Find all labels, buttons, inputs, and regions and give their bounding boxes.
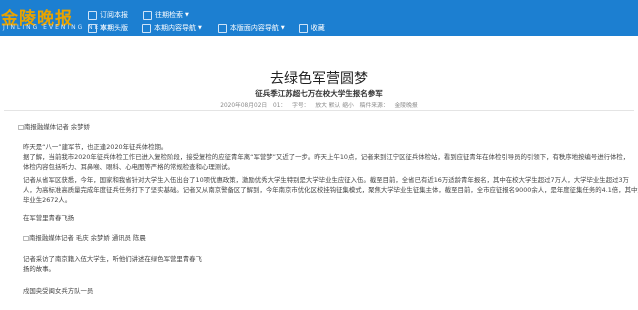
nav-row-top: 订阅本报 往期检索 ▼ xyxy=(88,9,189,21)
favorite-icon xyxy=(298,23,308,33)
paragraph: 记者从省军区获悉，今年，国家和我省针对大学生入伍出台了10项优惠政策，激励优秀大… xyxy=(23,176,629,184)
nav-subscribe[interactable]: 订阅本报 xyxy=(88,10,128,20)
nav-page-contents[interactable]: 本版面内容导航 ▼ xyxy=(217,23,285,33)
byline: □南报融媒体记者 余梦娇 xyxy=(18,123,90,131)
nav-favorite-label: 收藏 xyxy=(310,24,325,32)
nav-archive-label: 往期检索 xyxy=(155,11,183,19)
chevron-down-icon: ▼ xyxy=(280,25,285,31)
page-nav-icon xyxy=(217,23,227,33)
nav-front-page-label: 本期头版 xyxy=(100,24,128,32)
nav-row-bottom: 本期头版 本期内容导航 ▼ 本版面内容导航 ▼ 收藏 xyxy=(88,22,325,34)
section-heading: 在军营里青春飞扬 xyxy=(23,214,75,222)
byline: □南报融媒体记者 毛庆 余梦娇 通讯员 陈晨 xyxy=(23,234,146,242)
paragraph: 昨天是“八一”建军节，也正逢2020年征兵体检期。 xyxy=(23,143,168,151)
article-date: 2020年08月02日 xyxy=(220,103,268,109)
nav-favorite[interactable]: 收藏 xyxy=(298,23,325,33)
paragraph: 体检内容包括听力、耳鼻喉、眼科、心电图等严格的常规检查和心理测试。 xyxy=(23,163,234,171)
article-source: 金陵晚报 xyxy=(394,103,418,109)
chevron-down-icon: ▼ xyxy=(185,12,189,18)
source-label: 稿件来源： xyxy=(359,103,389,109)
font-size-label: 字号： xyxy=(292,103,310,109)
nav-issue-contents-label: 本期内容导航 xyxy=(154,24,196,32)
site-header: 金陵晚报 JINLING EVENING NEWS 订阅本报 往期检索 ▼ 本期… xyxy=(0,0,638,36)
nav-page-contents-label: 本版面内容导航 xyxy=(229,24,279,32)
subscribe-icon xyxy=(88,10,97,20)
nav-issue-contents[interactable]: 本期内容导航 ▼ xyxy=(142,23,202,33)
article-page: 01： xyxy=(273,103,287,109)
newspaper-logo[interactable]: 金陵晚报 JINLING EVENING NEWS xyxy=(1,4,112,34)
paragraph: 戍国央受闽女兵方队一员 xyxy=(23,287,94,295)
article-title: 去绿色军营圆梦 xyxy=(270,71,368,87)
paragraph: 毕业生2672人。 xyxy=(23,196,72,204)
paragraph: 人，为高标准高质量完成年度征兵任务打下了坚实基础。记者又从南京警备区了解到，今年… xyxy=(23,186,638,194)
paragraph: 扬的故事。 xyxy=(23,265,55,273)
front-page-icon xyxy=(88,23,97,33)
paragraph: 据了解，当前我市2020年征兵体检工作已进入复检阶段，接受复检的应征青年离“军营… xyxy=(23,153,630,161)
chevron-down-icon: ▼ xyxy=(198,25,202,31)
font-size-options[interactable]: 放大 默认 缩小 xyxy=(315,103,353,109)
nav-archive-search[interactable]: 往期检索 ▼ xyxy=(143,10,189,20)
nav-subscribe-label: 订阅本报 xyxy=(100,11,128,19)
nav-front-page[interactable]: 本期头版 xyxy=(88,23,128,33)
article-subtitle: 征兵季江苏超七万在校大学生报名参军 xyxy=(255,89,383,98)
archive-icon xyxy=(143,10,152,20)
paragraph: 记者采访了南京籍入伍大学生，听他们讲述在绿色军营里青春飞 xyxy=(23,255,202,263)
title-divider xyxy=(4,110,634,111)
article-meta: 2020年08月02日 01： 字号： 放大 默认 缩小 稿件来源： 金陵晚报 xyxy=(0,100,638,109)
article: 去绿色军营圆梦 征兵季江苏超七万在校大学生报名参军 2020年08月02日 01… xyxy=(0,36,638,310)
content-nav-icon xyxy=(142,23,151,33)
